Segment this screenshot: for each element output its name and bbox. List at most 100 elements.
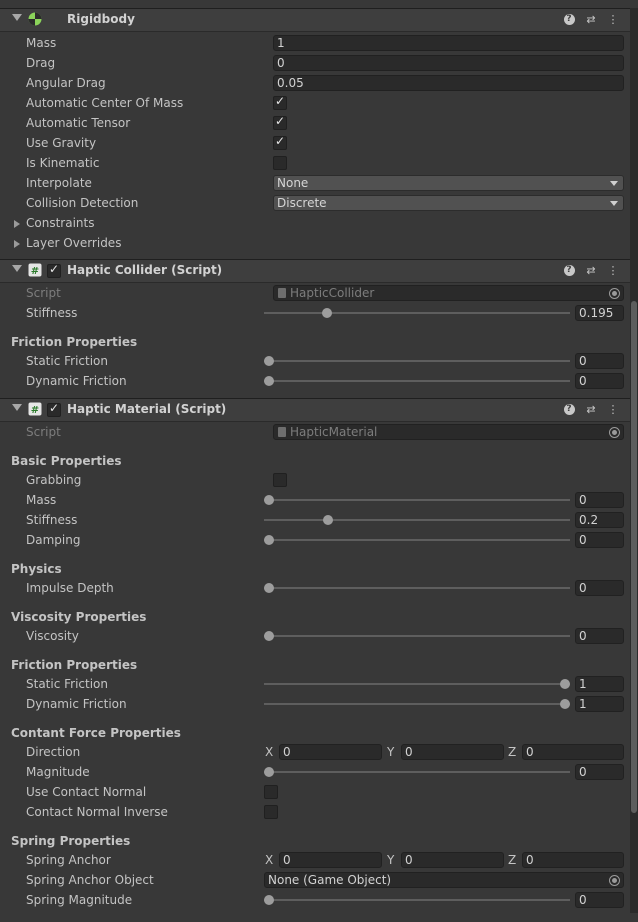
constraints-row[interactable]: Constraints (0, 213, 630, 233)
damping-field[interactable]: 0 (575, 532, 624, 548)
help-icon[interactable]: ? (562, 402, 576, 416)
stiffness-field[interactable]: 0.2 (575, 512, 624, 528)
spring-magnitude-slider-track[interactable] (264, 899, 570, 901)
mass-field[interactable]: 1 (273, 35, 624, 51)
rigidbody-header[interactable]: Rigidbody ? ⇄ ⋮ (0, 8, 630, 32)
magnitude-slider-handle[interactable] (264, 767, 274, 777)
script-field: HapticCollider (273, 285, 624, 301)
layer-overrides-row[interactable]: Layer Overrides (0, 233, 630, 253)
stiffness-slider-track[interactable] (264, 519, 570, 521)
collision-dropdown[interactable]: Discrete (273, 195, 624, 211)
script-icon: # (28, 263, 42, 277)
static-friction-slider-handle[interactable] (560, 679, 570, 689)
direction-y-field[interactable]: 0 (401, 744, 504, 760)
dynamic-friction-slider-handle[interactable] (560, 699, 570, 709)
spring-magnitude-label: Spring Magnitude (26, 893, 133, 907)
mass-row: Mass 0 (0, 490, 630, 510)
stiffness-label: Stiffness (26, 513, 78, 527)
more-options-icon[interactable]: ⋮ (606, 263, 620, 277)
angular-drag-field[interactable]: 0.05 (273, 75, 624, 91)
vertical-scrollbar[interactable] (630, 8, 638, 913)
use-contact-normal-checkbox[interactable] (264, 785, 278, 799)
impulse-depth-field[interactable]: 0 (575, 580, 624, 596)
static-friction-slider-track[interactable] (264, 683, 570, 685)
magnitude-field[interactable]: 0 (575, 764, 624, 780)
dropdown-arrow-icon (610, 201, 618, 206)
spring-anchor-y-field[interactable]: 0 (401, 852, 504, 868)
dynamic-friction-row: Dynamic Friction 1 (0, 694, 630, 714)
interpolate-dropdown[interactable]: None (273, 175, 624, 191)
collision-row: Collision Detection Discrete (0, 193, 630, 213)
direction-z-field[interactable]: 0 (522, 744, 624, 760)
object-picker-icon (609, 288, 620, 299)
more-options-icon[interactable]: ⋮ (606, 402, 620, 416)
grabbing-checkbox[interactable] (273, 473, 287, 487)
foldout-arrow-icon[interactable] (14, 240, 20, 248)
spring-anchor-z-field[interactable]: 0 (522, 852, 624, 868)
static-friction-slider-track[interactable] (264, 360, 570, 362)
viscosity-field[interactable]: 0 (575, 628, 624, 644)
mass-slider-track[interactable] (264, 499, 570, 501)
auto-tensor-checkbox[interactable] (273, 114, 287, 130)
viscosity-slider-track[interactable] (264, 635, 570, 637)
stiffness-slider-track[interactable] (264, 312, 570, 314)
svg-text:#: # (31, 266, 39, 277)
spring-magnitude-field[interactable]: 0 (575, 892, 624, 908)
haptic-material-header[interactable]: # Haptic Material (Script) ? ⇄ ⋮ (0, 398, 630, 422)
static-friction-field[interactable]: 1 (575, 676, 624, 692)
mass-field[interactable]: 0 (575, 492, 624, 508)
use-gravity-row: Use Gravity (0, 133, 630, 153)
damping-row: Damping 0 (0, 530, 630, 550)
dynamic-friction-slider-handle[interactable] (264, 376, 274, 386)
contact-normal-inverse-row: Contact Normal Inverse (0, 802, 630, 822)
help-icon[interactable]: ? (562, 12, 576, 26)
mass-slider-handle[interactable] (264, 495, 274, 505)
presets-icon[interactable]: ⇄ (584, 12, 598, 26)
script-row: Script HapticCollider (0, 283, 630, 303)
enabled-checkbox[interactable] (47, 262, 61, 278)
dynamic-friction-field[interactable]: 1 (575, 696, 624, 712)
drag-field[interactable]: 0 (273, 55, 624, 71)
spring-magnitude-slider-handle[interactable] (264, 895, 274, 905)
stiffness-slider-handle[interactable] (323, 515, 334, 525)
component-title: Rigidbody (67, 12, 135, 26)
spring-anchor-object-field[interactable]: None (Game Object) (264, 872, 624, 888)
use-gravity-checkbox[interactable] (273, 134, 287, 150)
static-friction-field[interactable]: 0 (575, 353, 624, 369)
auto-com-checkbox[interactable] (273, 94, 287, 110)
presets-icon[interactable]: ⇄ (584, 263, 598, 277)
presets-icon[interactable]: ⇄ (584, 402, 598, 416)
static-friction-label: Static Friction (26, 354, 109, 368)
collision-value: Discrete (277, 196, 327, 210)
is-kinematic-checkbox[interactable] (273, 156, 287, 170)
script-name: HapticMaterial (290, 425, 378, 439)
direction-row: Direction X 0 Y 0 Z 0 (0, 742, 630, 762)
damping-slider-handle[interactable] (264, 535, 274, 545)
foldout-arrow-icon[interactable] (12, 404, 22, 411)
damping-slider-track[interactable] (264, 539, 570, 541)
stiffness-slider-handle[interactable] (321, 308, 332, 318)
stiffness-field[interactable]: 0.195 (575, 305, 624, 321)
scrollbar-thumb[interactable] (631, 301, 637, 813)
contact-normal-inverse-checkbox[interactable] (264, 805, 278, 819)
dynamic-friction-row: Dynamic Friction 0 (0, 371, 630, 391)
dynamic-friction-slider-track[interactable] (264, 703, 570, 705)
viscosity-slider-handle[interactable] (264, 631, 274, 641)
foldout-arrow-icon[interactable] (12, 265, 22, 272)
haptic-collider-header[interactable]: # Haptic Collider (Script) ? ⇄ ⋮ (0, 259, 630, 283)
foldout-arrow-icon[interactable] (12, 14, 22, 21)
dynamic-friction-field[interactable]: 0 (575, 373, 624, 389)
more-options-icon[interactable]: ⋮ (606, 12, 620, 26)
impulse-depth-slider-handle[interactable] (264, 583, 274, 593)
enabled-checkbox[interactable] (47, 401, 61, 417)
object-picker-icon[interactable] (609, 875, 620, 886)
static-friction-slider-handle[interactable] (264, 356, 274, 366)
magnitude-slider-track[interactable] (264, 771, 570, 773)
direction-x-field[interactable]: 0 (279, 744, 382, 760)
foldout-arrow-icon[interactable] (14, 220, 20, 228)
impulse-depth-slider-track[interactable] (264, 587, 570, 589)
help-icon[interactable]: ? (562, 263, 576, 277)
spring-anchor-x-field[interactable]: 0 (279, 852, 382, 868)
stiffness-row: Stiffness 0.195 (0, 303, 630, 323)
dynamic-friction-slider-track[interactable] (264, 380, 570, 382)
